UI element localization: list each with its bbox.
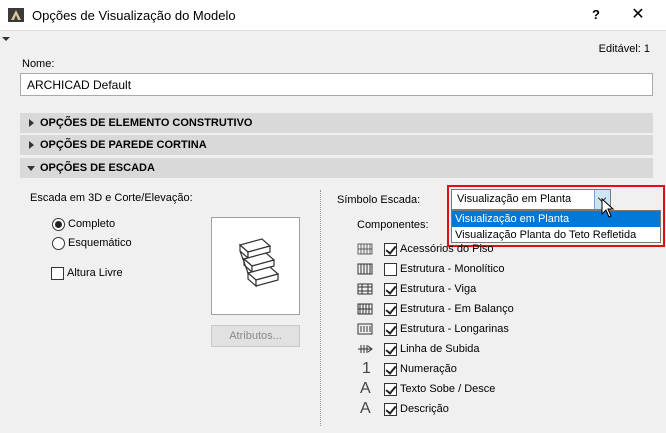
component-label: Numeração	[400, 363, 457, 375]
collapse-arrow-icon	[27, 166, 35, 171]
option-plan-view[interactable]: Visualização em Planta	[452, 211, 660, 227]
help-button[interactable]: ?	[586, 5, 606, 25]
floor-accessories-icon	[357, 243, 373, 255]
cantilever-structure-icon	[357, 303, 373, 315]
attributes-button[interactable]: Atributos...	[211, 325, 300, 347]
component-label: Estrutura - Viga	[400, 283, 477, 295]
monolithic-structure-icon	[357, 263, 373, 275]
description-icon: A	[360, 400, 371, 417]
stair-3d-icon	[238, 238, 280, 288]
radio-schematic[interactable]	[52, 237, 65, 250]
component-checkbox[interactable]	[384, 263, 397, 276]
component-label: Linha de Subida	[400, 343, 480, 355]
up-down-text-icon: A	[360, 380, 371, 397]
stair-symbol-label: Símbolo Escada:	[337, 194, 421, 206]
component-label: Estrutura - Longarinas	[400, 323, 509, 335]
component-label: Texto Sobe / Desce	[400, 383, 496, 395]
component-checkbox[interactable]	[384, 243, 397, 256]
stair-symbol-dropdown-list: Visualização em Planta Visualização Plan…	[451, 210, 661, 243]
name-label: Nome:	[22, 58, 55, 70]
mouse-cursor-icon	[601, 198, 615, 218]
radio-schematic-label: Esquemático	[68, 237, 132, 249]
stair-symbol-select[interactable]: Visualização em Planta	[451, 189, 611, 210]
stringer-structure-icon	[357, 323, 373, 335]
collapse-arrow-icon[interactable]	[2, 37, 10, 41]
headroom-label: Altura Livre	[67, 267, 123, 279]
section-label: OPÇÕES DE PAREDE CORTINA	[40, 139, 207, 151]
expand-arrow-icon	[29, 119, 34, 127]
radio-complete[interactable]	[52, 218, 65, 231]
component-label: Descrição	[400, 403, 449, 415]
option-reflected-ceiling-plan[interactable]: Visualização Planta do Teto Refletida	[452, 227, 660, 243]
beam-structure-icon	[357, 283, 373, 295]
component-checkbox[interactable]	[384, 343, 397, 356]
section-construction-element[interactable]: OPÇÕES DE ELEMENTO CONSTRUTIVO	[20, 113, 653, 133]
window-title: Opções de Visualização do Modelo	[32, 8, 236, 23]
name-input[interactable]	[20, 73, 653, 96]
section-label: OPÇÕES DE ELEMENTO CONSTRUTIVO	[40, 117, 253, 129]
section-label: OPÇÕES DE ESCADA	[40, 162, 155, 174]
walking-line-icon	[358, 345, 373, 353]
component-label: Estrutura - Em Balanço	[400, 303, 514, 315]
component-checkbox[interactable]	[384, 323, 397, 336]
section-stair[interactable]: OPÇÕES DE ESCADA	[20, 158, 653, 178]
component-checkbox[interactable]	[384, 303, 397, 316]
stair-preview	[211, 217, 300, 315]
component-checkbox[interactable]	[384, 383, 397, 396]
section-curtain-wall[interactable]: OPÇÕES DE PAREDE CORTINA	[20, 135, 653, 155]
headroom-checkbox[interactable]	[51, 267, 64, 280]
column-divider	[320, 190, 321, 426]
numbering-icon: 1	[362, 360, 371, 377]
component-label: Acessórios do Piso	[400, 243, 494, 255]
component-label: Estrutura - Monolítico	[400, 263, 505, 275]
stair-view-label: Escada em 3D e Corte/Elevação:	[30, 192, 193, 204]
component-checkbox[interactable]	[384, 283, 397, 296]
title-bar: Opções de Visualização do Modelo ? ✕	[0, 0, 666, 31]
component-checkbox[interactable]	[384, 403, 397, 416]
components-label: Componentes:	[357, 219, 429, 231]
archicad-logo-icon	[8, 8, 24, 22]
editable-count: Editável: 1	[598, 43, 650, 55]
close-button[interactable]: ✕	[628, 5, 648, 25]
component-checkbox[interactable]	[384, 363, 397, 376]
radio-complete-label: Completo	[68, 218, 116, 230]
expand-arrow-icon	[29, 141, 34, 149]
